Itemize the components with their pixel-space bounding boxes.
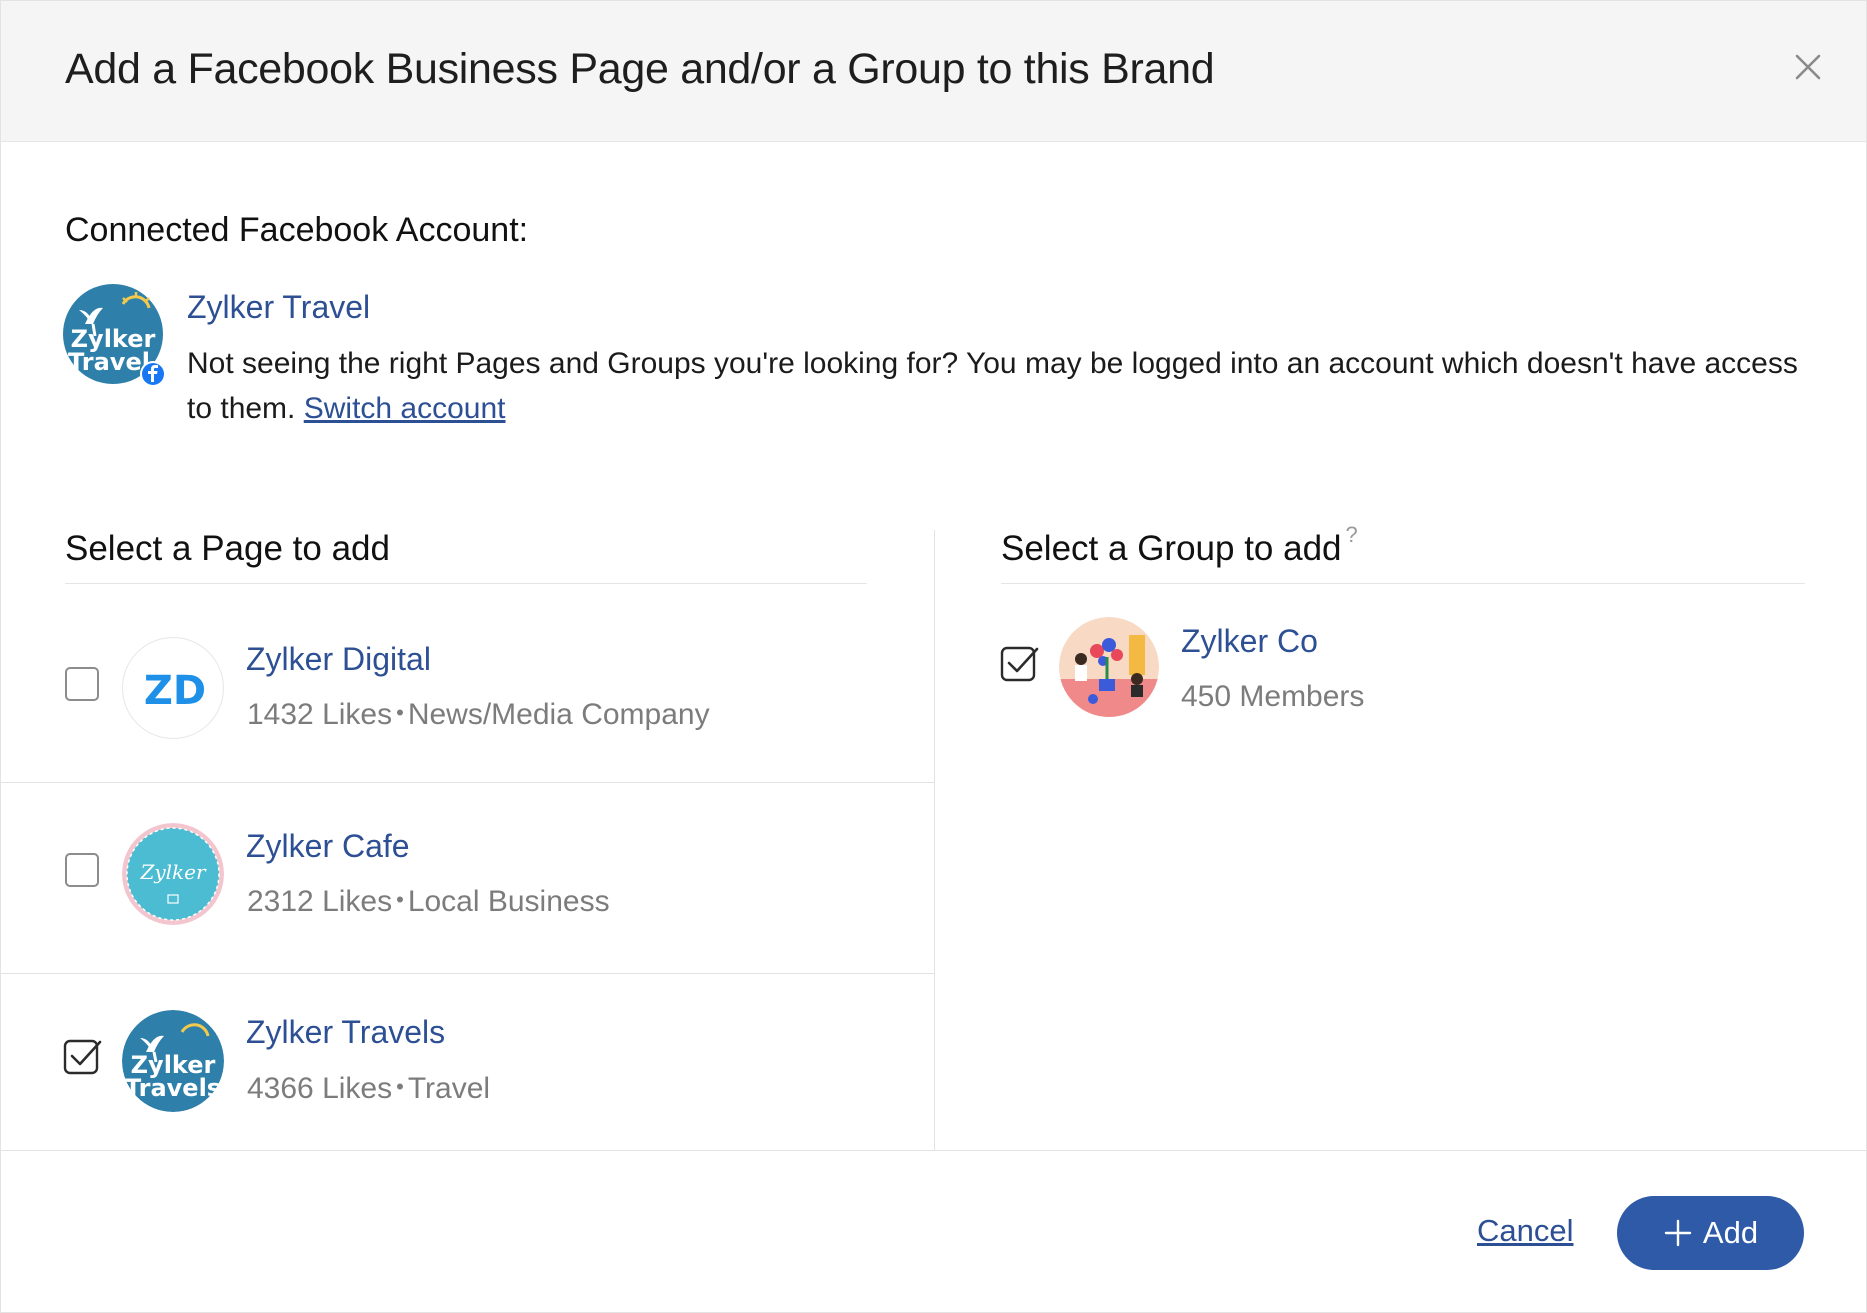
pages-title-divider bbox=[65, 583, 867, 584]
zylker-travels-avatar: Zylker Travels bbox=[122, 1010, 224, 1112]
account-avatar-text-2: Travel bbox=[68, 348, 150, 376]
row-divider bbox=[1, 973, 934, 974]
page-likes: 2312 Likes bbox=[247, 885, 393, 918]
switch-account-link[interactable]: Switch account bbox=[304, 392, 506, 425]
group-members: 450 Members bbox=[1181, 680, 1365, 713]
cancel-button[interactable]: Cancel bbox=[1477, 1213, 1574, 1249]
page-name[interactable]: Zylker Travels bbox=[246, 1014, 445, 1051]
account-avatar: Zylker Travel bbox=[63, 284, 166, 387]
page-name[interactable]: Zylker Cafe bbox=[246, 828, 410, 865]
checkbox-checked-icon bbox=[1000, 646, 1039, 682]
zylker-digital-avatar: ZD bbox=[122, 637, 224, 739]
page-checkbox-zylker-digital[interactable] bbox=[65, 667, 99, 701]
zylker-cafe-avatar: Zylker bbox=[122, 823, 224, 925]
zylker-digital-avatar-text: ZD bbox=[144, 668, 206, 714]
column-divider bbox=[934, 530, 935, 1151]
add-button[interactable]: Add bbox=[1617, 1196, 1804, 1270]
groups-title-divider bbox=[1001, 583, 1805, 584]
pages-column-title: Select a Page to add bbox=[65, 529, 390, 568]
page-checkbox-zylker-travels[interactable] bbox=[63, 1037, 102, 1075]
page-meta: 2312 Likes • Local Business bbox=[247, 885, 610, 918]
plus-icon bbox=[1664, 1219, 1692, 1247]
account-name[interactable]: Zylker Travel bbox=[187, 289, 370, 326]
zylker-travels-avatar-text-2: Travels bbox=[125, 1074, 221, 1102]
close-button[interactable] bbox=[1788, 47, 1828, 87]
page-meta: 1432 Likes • News/Media Company bbox=[247, 698, 710, 731]
dialog-title: Add a Facebook Business Page and/or a Gr… bbox=[65, 45, 1215, 93]
page-likes: 1432 Likes bbox=[247, 698, 393, 731]
account-note: Not seeing the right Pages and Groups yo… bbox=[187, 341, 1827, 431]
page-category: Travel bbox=[407, 1072, 491, 1105]
group-checkbox-zylker-co[interactable] bbox=[1000, 644, 1039, 682]
page-likes: 4366 Likes bbox=[247, 1072, 393, 1105]
groups-title-text: Select a Group to add bbox=[1001, 529, 1342, 568]
help-icon[interactable]: ? bbox=[1346, 522, 1358, 547]
footer-divider bbox=[1, 1150, 1866, 1151]
groups-column-title: Select a Group to add? bbox=[1001, 522, 1358, 569]
connected-account-label: Connected Facebook Account: bbox=[65, 211, 529, 249]
checkbox-checked-icon bbox=[63, 1039, 102, 1075]
add-facebook-page-dialog: Add a Facebook Business Page and/or a Gr… bbox=[0, 0, 1867, 1313]
page-category: Local Business bbox=[407, 885, 610, 918]
page-name[interactable]: Zylker Digital bbox=[246, 641, 431, 678]
page-category: News/Media Company bbox=[407, 698, 710, 731]
add-button-label: Add bbox=[1702, 1215, 1759, 1250]
zylker-co-avatar bbox=[1059, 617, 1159, 717]
row-divider bbox=[1, 782, 934, 783]
page-checkbox-zylker-cafe[interactable] bbox=[65, 853, 99, 887]
close-icon bbox=[1795, 54, 1821, 80]
page-meta: 4366 Likes • Travel bbox=[247, 1072, 491, 1105]
zylker-cafe-avatar-text: Zylker bbox=[139, 860, 207, 884]
group-name[interactable]: Zylker Co bbox=[1181, 623, 1318, 660]
dialog-header: Add a Facebook Business Page and/or a Gr… bbox=[1, 1, 1866, 142]
